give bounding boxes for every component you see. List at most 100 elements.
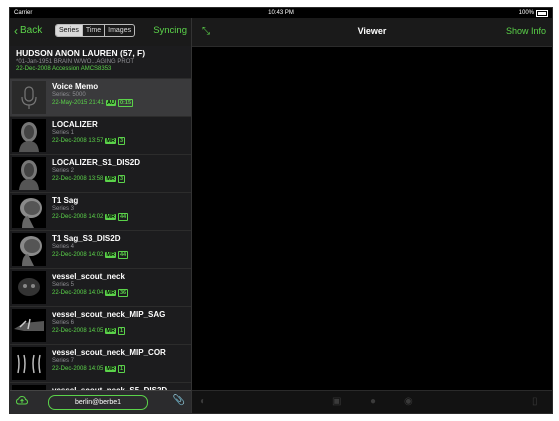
series-number: Series 3 [52,206,75,212]
camera-icon[interactable]: ◉ [404,396,413,407]
series-row[interactable]: LOCALIZER Series 1 22-Dec-2008 13:57 MR 3 [10,117,191,155]
patient-details: *01-Jan-1951 BRAIN W/WO...AGING PROT [16,59,135,65]
image-count-badge: 3 [117,175,125,183]
series-thumbnail [12,347,46,380]
study-accession: 22-Dec-2008 Accession AMCS8353 [16,66,112,72]
sync-status: Syncing [153,25,187,36]
series-thumbnail [12,271,46,304]
series-meta: 22-Dec-2008 14:04 MR 36 [52,289,129,297]
series-number: Series 1 [52,130,75,136]
series-title: vessel_scout_neck_MIP_COR [52,348,166,357]
series-sidebar: ‹ Back Series Time Images Syncing HUDSON… [10,18,192,413]
series-date: 22-Dec-2008 13:57 [52,138,104,144]
account-button[interactable]: berlin@berbe1 [48,395,148,410]
series-date: 22-Dec-2008 14:05 [52,366,104,372]
patient-header: HUDSON ANON LAUREN (57, F) *01-Jan-1951 … [10,46,191,79]
image-count-badge: 44 [117,213,129,221]
chevron-left-icon: ‹ [14,23,18,38]
series-row[interactable]: LOCALIZER_S1_DIS2D Series 2 22-Dec-2008 13… [10,155,191,193]
series-meta: 22-Dec-2008 14:02 MR 44 [52,213,129,221]
viewer-toolbar: ◐ ▣ ● ◉ ▯ [192,390,552,413]
viewer-pane[interactable]: ⤡ Viewer Show Info ◐ ▣ ● ◉ ▯ [192,18,552,413]
series-number: Series 5 [52,282,75,288]
patient-name: HUDSON ANON LAUREN (57, F) [16,48,146,58]
series-thumbnail [12,233,46,266]
segment-time[interactable]: Time [81,25,104,36]
series-date: 22-Dec-2008 14:05 [52,328,104,334]
page-icon[interactable]: ▯ [532,396,538,407]
paperclip-icon[interactable]: 📎 [173,395,185,406]
series-row[interactable]: T1 Sag Series 3 22-Dec-2008 14:02 MR 44 [10,193,191,231]
series-date: 22-Dec-2008 14:02 [52,214,104,220]
modality-badge: MR [105,328,116,334]
contrast-icon[interactable]: ◐ [200,396,206,407]
series-number: Series: 5000 [52,92,86,98]
image-count-badge: 36 [117,289,129,297]
series-row[interactable]: vessel_scout_neck_MIP_COR Series 7 22-Dec-… [10,345,191,383]
ipad-screen: Carrier 10:43 PM 100% ‹ Back Series Time… [9,7,553,414]
image-count-badge: 1 [117,365,125,373]
series-meta: 22-Dec-2008 14:05 MR 1 [52,327,165,335]
modality-badge: AU [106,100,116,106]
series-meta: 22-Dec-2008 13:57 MR 3 [52,137,125,145]
back-label: Back [20,25,43,36]
series-number: Series 6 [52,320,75,326]
cloud-upload-icon[interactable] [16,396,28,406]
status-bar: Carrier 10:43 PM 100% [10,8,552,18]
sidebar-navbar: ‹ Back Series Time Images Syncing [10,18,191,46]
status-time: 10:43 PM [268,10,294,16]
series-title: LOCALIZER [52,120,98,129]
series-date: 22-May-2015 21:41 [52,100,105,106]
battery-icon [536,9,548,17]
series-title: vessel_scout_neck [52,272,125,281]
series-title: Voice Memo [52,82,99,91]
back-button[interactable]: ‹ Back [14,23,43,38]
image-count-badge: 1 [117,327,125,335]
series-list: Voice Memo Series: 5000 22-May-2015 21:41 A… [10,79,191,413]
series-thumbnail [12,119,46,152]
series-thumbnail [12,81,46,114]
series-info: LOCALIZER Series 1 22-Dec-2008 13:57 MR 3 [46,119,125,152]
series-date: 22-Dec-2008 13:58 [52,176,104,182]
series-meta: 22-Dec-2008 14:05 MR 1 [52,365,166,373]
calendar-icon[interactable]: ▣ [332,396,341,407]
series-row[interactable]: Voice Memo Series: 5000 22-May-2015 21:41 A… [10,79,191,117]
viewer-title: Viewer [357,26,387,36]
modality-badge: MR [105,290,116,296]
modality-badge: MR [105,252,116,258]
series-row[interactable]: vessel_scout_neck Series 5 22-Dec-2008 14:… [10,269,191,307]
series-date: 22-Dec-2008 14:04 [52,290,104,296]
series-info: vessel_scout_neck Series 5 22-Dec-2008 14:… [46,271,129,304]
series-info: T1 Sag_S3_DIS2D Series 4 22-Dec-2008 14:02… [46,233,129,266]
series-row[interactable]: T1 Sag_S3_DIS2D Series 4 22-Dec-2008 14:02… [10,231,191,269]
series-info: vessel_scout_neck_MIP_SAG Series 6 22-Dec-… [46,309,165,342]
segment-images[interactable]: Images [104,25,134,36]
series-thumbnail [12,309,46,342]
modality-badge: MR [105,138,116,144]
series-info: LOCALIZER_S1_DIS2D Series 2 22-Dec-2008 13… [46,157,140,190]
modality-badge: MR [105,176,116,182]
viewer-navbar: ⤡ Viewer Show Info [192,18,552,47]
series-number: Series 7 [52,358,75,364]
modality-badge: MR [105,214,116,220]
series-row[interactable]: vessel_scout_neck_MIP_SAG Series 6 22-Dec-… [10,307,191,345]
series-title: LOCALIZER_S1_DIS2D [52,158,141,167]
modality-badge: MR [105,366,116,372]
series-thumbnail [12,157,46,190]
series-number: Series 4 [52,244,75,250]
battery-indicator: 100% [519,8,548,18]
segment-series[interactable]: Series [56,25,82,36]
series-thumbnail [12,195,46,228]
view-mode-segmented-control: Series Time Images [55,24,136,37]
series-meta: 22-May-2015 21:41 AU 0:15 [52,99,134,107]
battery-percent: 100% [518,10,534,16]
series-meta: 22-Dec-2008 14:02 MR 44 [52,251,129,259]
series-date: 22-Dec-2008 14:02 [52,252,104,258]
microphone-icon[interactable]: ● [370,396,376,407]
series-title: T1 Sag_S3_DIS2D [52,234,121,243]
image-count-badge: 44 [117,251,129,259]
show-info-button[interactable]: Show Info [506,26,546,36]
series-info: T1 Sag Series 3 22-Dec-2008 14:02 MR 44 [46,195,129,228]
series-info: vessel_scout_neck_MIP_COR Series 7 22-Dec-… [46,347,166,380]
series-number: Series 2 [52,168,75,174]
